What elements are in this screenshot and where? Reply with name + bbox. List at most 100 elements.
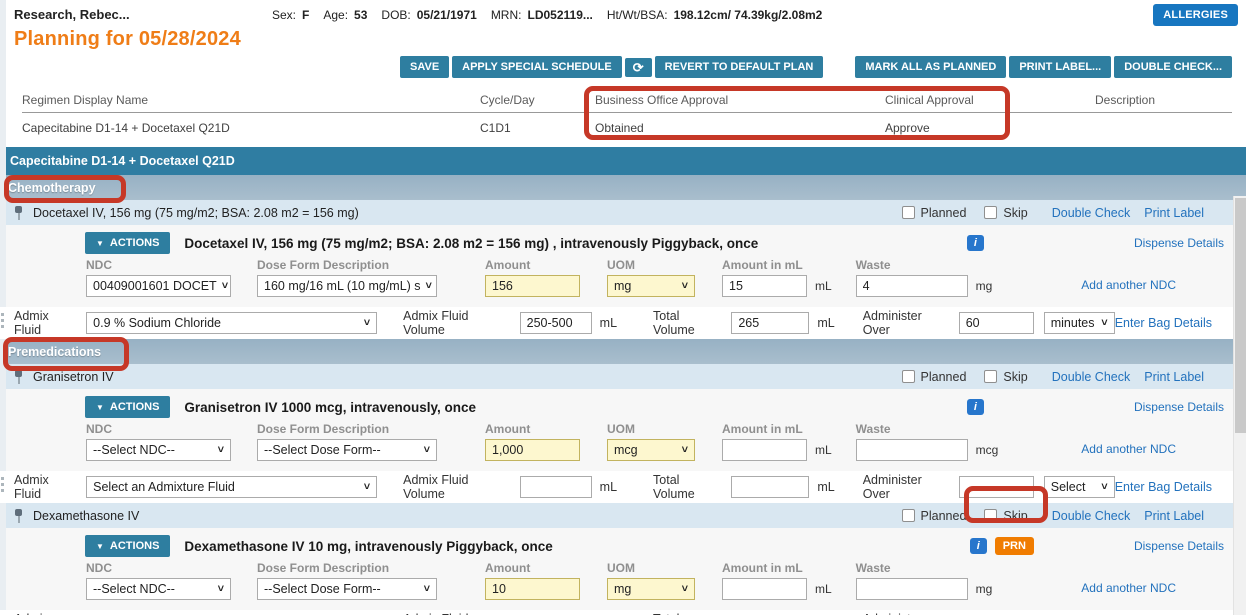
drug-row-controls: Planned Skip Double Check Print Label bbox=[901, 509, 1204, 523]
dose-form-select[interactable]: --Select Dose Form-- ˅ bbox=[257, 439, 437, 461]
info-icon[interactable]: i bbox=[969, 538, 987, 554]
chevron-down-icon: ˅ bbox=[363, 481, 371, 493]
skip-checkbox[interactable] bbox=[984, 509, 998, 522]
admix-fluid-select[interactable]: 0.9 % Sodium Chloride ˅ bbox=[86, 312, 378, 334]
double-check-button[interactable]: DOUBLE CHECK... bbox=[1114, 56, 1232, 78]
regimen-name-cell: Capecitabine D1-14 + Docetaxel Q21D bbox=[22, 120, 230, 135]
ndc-fields-row: NDC --Select NDC-- ˅ Dose Form Descriptio… bbox=[0, 559, 1246, 610]
planned-checkbox[interactable] bbox=[901, 370, 915, 383]
admix-fluid-volume-label: Admix Fluid Volume bbox=[403, 473, 469, 501]
section-chemotherapy: Chemotherapy bbox=[0, 175, 1246, 200]
actions-button[interactable]: ▼ ACTIONS bbox=[85, 396, 171, 418]
double-check-link[interactable]: Double Check bbox=[1052, 509, 1131, 523]
chevron-down-icon: ˅ bbox=[217, 444, 224, 456]
regimen-table: Regimen Display Name Cycle/Day Business … bbox=[22, 87, 1232, 142]
drug-actions-row: ▼ ACTIONS Docetaxel IV, 156 mg (75 mg/m2;… bbox=[0, 225, 1246, 256]
total-volume-input[interactable] bbox=[731, 476, 810, 498]
apply-special-schedule-button[interactable]: APPLY SPECIAL SCHEDULE bbox=[452, 56, 622, 78]
amount-input[interactable] bbox=[485, 578, 580, 600]
drug-pin-icon bbox=[14, 508, 23, 523]
ndc-select[interactable]: --Select NDC-- ˅ bbox=[86, 578, 231, 600]
skip-checkbox[interactable] bbox=[984, 206, 998, 219]
admix-fluid-select[interactable]: Select an Admixture Fluid ˅ bbox=[86, 476, 378, 498]
amount-in-ml-label: Amount in mL bbox=[722, 422, 803, 436]
chevron-down-icon: ˅ bbox=[681, 444, 688, 456]
total-volume-input[interactable] bbox=[731, 312, 810, 334]
ml-unit: mL bbox=[815, 582, 832, 596]
skip-checkbox[interactable] bbox=[984, 370, 998, 383]
ml-unit: mL bbox=[815, 279, 832, 293]
print-label-link[interactable]: Print Label bbox=[1144, 370, 1204, 384]
refresh-icon: ⟳ bbox=[632, 59, 644, 75]
uom-select[interactable]: mg ˅ bbox=[607, 578, 695, 600]
waste-input[interactable] bbox=[855, 275, 968, 297]
age-label: Age: bbox=[323, 7, 349, 22]
uom-select[interactable]: mcg ˅ bbox=[607, 439, 695, 461]
dose-form-select[interactable]: 160 mg/16 mL (10 mg/mL) s ˅ bbox=[257, 275, 437, 297]
dob-label: DOB: bbox=[381, 7, 411, 22]
amount-label: Amount bbox=[485, 561, 531, 575]
allergies-button[interactable]: ALLERGIES bbox=[1153, 3, 1238, 26]
info-icon[interactable]: i bbox=[966, 399, 984, 415]
mrn-value: LD052119... bbox=[527, 7, 593, 22]
administer-over-label: Administer Over bbox=[862, 473, 922, 501]
administer-over-unit-select[interactable]: Select ˅ bbox=[1043, 476, 1115, 498]
admix-fluid-volume-input[interactable] bbox=[519, 312, 592, 334]
waste-label: Waste bbox=[855, 561, 891, 575]
administer-over-input[interactable] bbox=[958, 312, 1034, 334]
print-label-button[interactable]: PRINT LABEL... bbox=[1009, 56, 1112, 78]
admix-row-granisetron: Admix Fluid Select an Admixture Fluid ˅ A… bbox=[0, 471, 1246, 503]
clinical-approval-cell[interactable]: Approve bbox=[885, 121, 1095, 135]
drug-card-docetaxel: ▼ ACTIONS Docetaxel IV, 156 mg (75 mg/m2;… bbox=[0, 225, 1246, 307]
admix-fluid-volume-input[interactable] bbox=[519, 476, 592, 498]
add-another-ndc-link[interactable]: Add another NDC bbox=[1081, 581, 1176, 600]
double-check-link[interactable]: Double Check bbox=[1052, 370, 1131, 384]
row-gripper-icon[interactable] bbox=[1, 477, 4, 492]
dispense-details-link[interactable]: Dispense Details bbox=[1134, 236, 1224, 250]
dose-form-label: Dose Form Description bbox=[257, 561, 390, 575]
dose-form-label: Dose Form Description bbox=[257, 258, 390, 272]
row-gripper-icon[interactable] bbox=[1, 313, 4, 328]
drug-pin-icon bbox=[14, 369, 23, 384]
actions-button[interactable]: ▼ ACTIONS bbox=[85, 535, 171, 557]
business-office-approval-cell[interactable]: Obtained bbox=[595, 121, 885, 135]
waste-input[interactable] bbox=[855, 439, 968, 461]
print-label-link[interactable]: Print Label bbox=[1144, 206, 1204, 220]
enter-bag-details-link[interactable]: Enter Bag Details bbox=[1115, 480, 1212, 494]
revert-to-default-plan-button[interactable]: REVERT TO DEFAULT PLAN bbox=[654, 56, 824, 78]
vertical-scrollbar[interactable] bbox=[1233, 196, 1246, 615]
amount-in-ml-input[interactable] bbox=[722, 275, 807, 297]
planned-checkbox[interactable] bbox=[901, 509, 915, 522]
actions-button[interactable]: ▼ ACTIONS bbox=[85, 232, 171, 254]
uom-select[interactable]: mg ˅ bbox=[607, 275, 695, 297]
add-another-ndc-link[interactable]: Add another NDC bbox=[1081, 442, 1176, 461]
actions-arrow-icon: ▼ bbox=[96, 541, 104, 551]
save-button[interactable]: SAVE bbox=[400, 56, 450, 78]
actions-arrow-icon: ▼ bbox=[96, 402, 104, 412]
waste-input[interactable] bbox=[855, 578, 968, 600]
amount-input[interactable] bbox=[485, 275, 580, 297]
double-check-link[interactable]: Double Check bbox=[1052, 206, 1131, 220]
print-label-link[interactable]: Print Label bbox=[1144, 509, 1204, 523]
scrollbar-thumb[interactable] bbox=[1235, 198, 1246, 433]
actions-arrow-icon: ▼ bbox=[96, 238, 104, 248]
refresh-button[interactable]: ⟳ bbox=[624, 57, 652, 77]
waste-label: Waste bbox=[855, 258, 891, 272]
dispense-details-link[interactable]: Dispense Details bbox=[1134, 400, 1224, 414]
dose-form-select[interactable]: --Select Dose Form-- ˅ bbox=[257, 578, 437, 600]
mrn-label: MRN: bbox=[490, 7, 522, 22]
administer-over-unit-select[interactable]: minutes ˅ bbox=[1043, 312, 1115, 334]
plan-toolbar: SAVE APPLY SPECIAL SCHEDULE ⟳ REVERT TO … bbox=[0, 51, 1246, 79]
amount-in-ml-input[interactable] bbox=[722, 439, 807, 461]
planned-checkbox[interactable] bbox=[901, 206, 915, 219]
add-another-ndc-link[interactable]: Add another NDC bbox=[1081, 278, 1176, 297]
dispense-details-link[interactable]: Dispense Details bbox=[1134, 539, 1224, 553]
amount-input[interactable] bbox=[485, 439, 580, 461]
administer-over-input[interactable] bbox=[958, 476, 1034, 498]
mark-all-as-planned-button[interactable]: MARK ALL AS PLANNED bbox=[855, 56, 1007, 78]
info-icon[interactable]: i bbox=[966, 235, 984, 251]
amount-in-ml-input[interactable] bbox=[722, 578, 807, 600]
ndc-select[interactable]: --Select NDC-- ˅ bbox=[86, 439, 231, 461]
enter-bag-details-link[interactable]: Enter Bag Details bbox=[1115, 316, 1212, 330]
ndc-select[interactable]: 00409001601 DOCET ˅ bbox=[86, 275, 231, 297]
